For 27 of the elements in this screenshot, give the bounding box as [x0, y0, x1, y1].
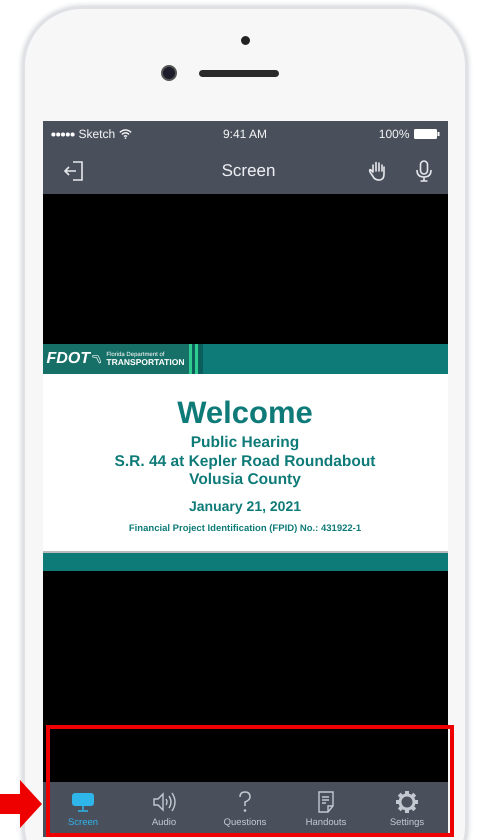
tab[interactable]: Screen	[48, 789, 118, 830]
battery-percent: 100%	[378, 127, 410, 141]
header-stripes	[188, 344, 202, 374]
slide-subtitle: Volusia County	[189, 471, 301, 490]
speaker-icon	[152, 791, 176, 813]
slide-subtitle: Public Hearing	[190, 434, 300, 453]
camera-icon	[161, 65, 177, 81]
signal-icon	[50, 132, 74, 136]
project-id: Financial Project Identification (FPID) No.: 431922-1	[128, 522, 362, 534]
tab[interactable]: Questions	[210, 789, 280, 830]
agency-logo: FDOT	[46, 350, 90, 368]
hearing-date: January 21, 2021	[188, 498, 302, 514]
pointer-arrow-icon	[0, 780, 42, 828]
screen-title: Screen	[222, 160, 276, 180]
status-time: 9:41 AM	[222, 127, 268, 141]
agency-name: TRANSPORTATION	[106, 358, 184, 366]
slide-subtitle: S.R. 44 at Kepler Road Roundabout	[114, 452, 376, 472]
wifi-icon	[119, 129, 132, 139]
settings-icon	[395, 791, 419, 813]
battery-icon	[414, 129, 440, 139]
carrier-name: Sketch	[78, 127, 116, 141]
tab[interactable]: Audio	[129, 789, 199, 830]
monitor-icon	[71, 791, 95, 813]
slide-heading: Welcome	[177, 396, 313, 430]
tab[interactable]: Handouts	[291, 789, 361, 830]
tab[interactable]: Settings	[372, 789, 442, 830]
sensor-dot	[240, 36, 250, 45]
